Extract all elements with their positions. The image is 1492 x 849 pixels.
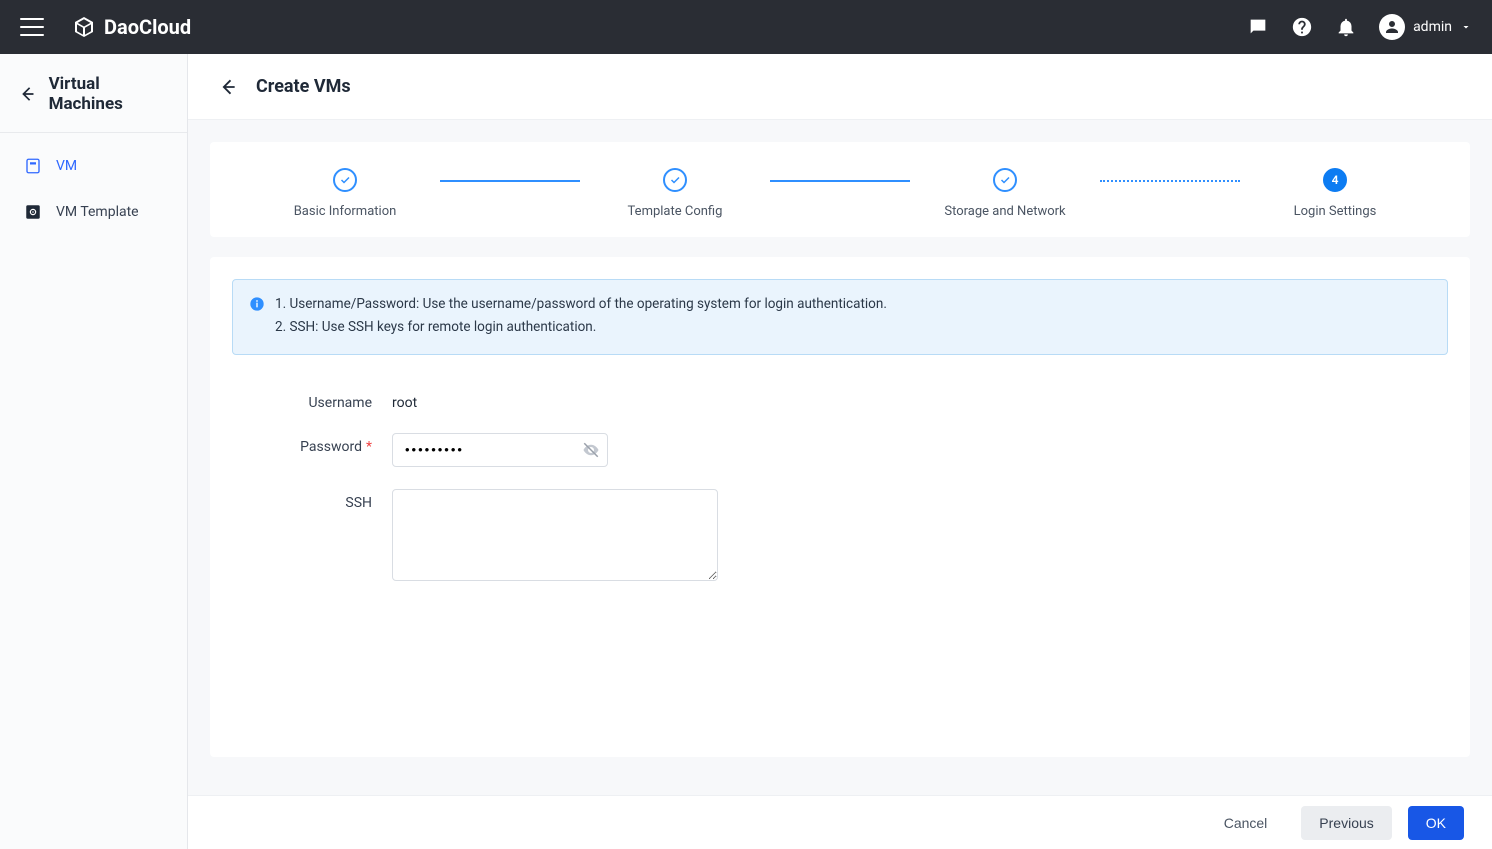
module-header: Virtual Machines <box>0 74 187 133</box>
step-connector <box>770 180 910 182</box>
steps-card: Basic Information Template Config Storag… <box>210 142 1470 237</box>
user-name: admin <box>1413 19 1452 35</box>
page-back-icon[interactable] <box>218 77 238 97</box>
menu-toggle[interactable] <box>20 18 44 36</box>
template-icon <box>24 203 42 221</box>
module-title: Virtual Machines <box>49 74 169 114</box>
sidebar-item-vm-template[interactable]: VM Template <box>0 189 187 235</box>
alert-line: 2. SSH: Use SSH keys for remote login au… <box>275 317 887 338</box>
sidebar-item-vm[interactable]: VM <box>0 143 187 189</box>
sidebar: Virtual Machines VM VM Template <box>0 54 188 849</box>
previous-button[interactable]: Previous <box>1301 806 1391 840</box>
back-icon[interactable] <box>18 84 37 104</box>
avatar-icon <box>1379 14 1405 40</box>
step-login-settings[interactable]: 4 Login Settings <box>1240 168 1430 219</box>
cancel-button[interactable]: Cancel <box>1206 806 1286 840</box>
footer: Cancel Previous OK <box>188 795 1492 849</box>
ssh-label: SSH <box>232 489 392 511</box>
ssh-input[interactable] <box>392 489 718 581</box>
check-icon <box>669 174 681 186</box>
check-icon <box>339 174 351 186</box>
cube-icon <box>72 15 96 39</box>
required-star: * <box>366 439 372 455</box>
chevron-down-icon <box>1460 21 1472 33</box>
row-username: Username root <box>232 389 1448 411</box>
bell-icon[interactable] <box>1335 16 1357 38</box>
page-title: Create VMs <box>256 76 351 97</box>
top-header: DaoCloud admin <box>0 0 1492 54</box>
info-alert: 1. Username/Password: Use the username/p… <box>232 279 1448 355</box>
check-icon <box>999 174 1011 186</box>
step-storage-network[interactable]: Storage and Network <box>910 168 1100 219</box>
ok-button[interactable]: OK <box>1408 806 1464 840</box>
user-menu[interactable]: admin <box>1379 14 1472 40</box>
info-icon <box>249 296 265 312</box>
brand-logo[interactable]: DaoCloud <box>72 15 191 39</box>
username-value: root <box>392 389 417 411</box>
row-ssh: SSH <box>232 489 1448 581</box>
page-header: Create VMs <box>188 54 1492 120</box>
row-password: Password* <box>232 433 1448 467</box>
step-label: Basic Information <box>294 204 397 219</box>
step-label: Storage and Network <box>944 204 1065 219</box>
eye-off-icon[interactable] <box>582 441 600 459</box>
step-label: Login Settings <box>1294 204 1377 219</box>
alert-line: 1. Username/Password: Use the username/p… <box>275 294 887 315</box>
step-connector <box>1100 180 1240 182</box>
sidebar-item-label: VM <box>56 158 77 174</box>
step-number: 4 <box>1323 168 1347 192</box>
step-label: Template Config <box>628 204 723 219</box>
help-icon[interactable] <box>1291 16 1313 38</box>
password-input[interactable] <box>392 433 608 467</box>
form-card: 1. Username/Password: Use the username/p… <box>210 257 1470 757</box>
step-connector <box>440 180 580 182</box>
step-basic-information[interactable]: Basic Information <box>250 168 440 219</box>
sidebar-item-label: VM Template <box>56 204 139 220</box>
messages-icon[interactable] <box>1247 16 1269 38</box>
vm-icon <box>24 157 42 175</box>
main: Create VMs Basic Information Template Co… <box>188 54 1492 849</box>
username-label: Username <box>232 389 392 411</box>
step-template-config[interactable]: Template Config <box>580 168 770 219</box>
brand-name: DaoCloud <box>104 15 191 39</box>
password-label: Password <box>300 439 362 455</box>
